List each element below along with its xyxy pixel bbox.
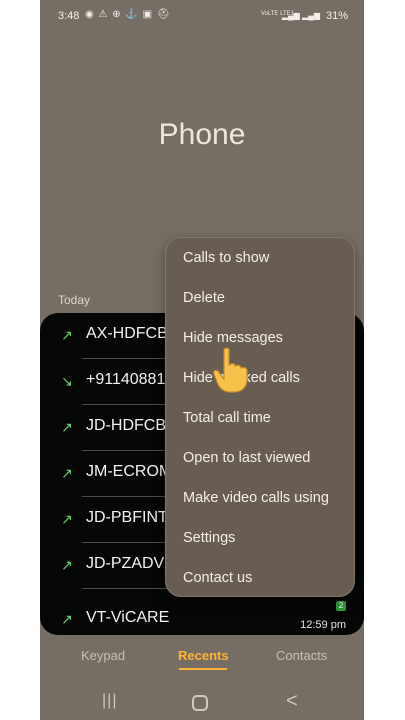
incoming-call-icon: ↗ [61, 511, 73, 527]
list-item[interactable]: ↗ VT-ViCARE 2 12:59 pm [40, 597, 364, 635]
tab-contacts[interactable]: Contacts [276, 648, 327, 663]
call-name: JD-PBFINT [86, 509, 168, 526]
recent-apps-button[interactable]: ||| [102, 692, 117, 710]
notification-icons: ◉ ⚠ ⊕ ⚓ ▣ ⛑ [85, 9, 171, 20]
menu-item-contact-us[interactable]: Contact us [183, 570, 252, 586]
menu-item-make-video-calls-using[interactable]: Make video calls using [183, 490, 329, 506]
incoming-call-icon: ↗ [61, 465, 73, 481]
tab-keypad[interactable]: Keypad [81, 648, 125, 663]
home-button[interactable] [192, 695, 208, 711]
signal-icon: ▂▄▆ ▂▄▆ [281, 11, 320, 20]
battery-icon: 31% [325, 10, 348, 22]
call-count-badge: 2 [336, 601, 346, 611]
bottom-tab-bar: Keypad Recents Contacts [40, 648, 364, 674]
section-label-today: Today [58, 293, 91, 307]
page-title: Phone [158, 118, 246, 151]
incoming-call-icon: ↗ [61, 611, 73, 627]
call-name: JD-PZADVS [86, 555, 175, 572]
system-nav-bar: ||| < [40, 688, 364, 720]
status-bar: 3:48 ◉ ⚠ ⊕ ⚓ ▣ ⛑ VoLTE LTE1 ▂▄▆ ▂▄▆ 31% [40, 0, 364, 32]
menu-item-hide-messages[interactable]: Hide messages [183, 330, 283, 346]
tab-recents[interactable]: Recents [178, 648, 229, 663]
back-button[interactable]: < [286, 690, 298, 713]
call-name: VT-ViCARE [86, 609, 170, 626]
menu-item-calls-to-show[interactable]: Calls to show [183, 250, 269, 266]
menu-item-settings[interactable]: Settings [183, 530, 235, 546]
pointing-hand-icon [213, 347, 248, 393]
missed-call-icon: ↘ [61, 373, 73, 389]
call-name: JM-ECROM [86, 463, 173, 480]
status-time: 3:48 [58, 10, 80, 22]
call-name: JD-HDFCBK [86, 417, 177, 434]
incoming-call-icon: ↗ [61, 419, 73, 435]
overflow-menu: Calls to show Delete Hide messages Hide … [165, 237, 355, 597]
menu-item-open-to-last-viewed[interactable]: Open to last viewed [183, 450, 310, 466]
incoming-call-icon: ↗ [61, 557, 73, 573]
menu-item-total-call-time[interactable]: Total call time [183, 410, 271, 426]
active-tab-indicator [179, 668, 227, 670]
incoming-call-icon: ↗ [61, 327, 73, 343]
call-time: 12:59 pm [300, 619, 346, 631]
menu-item-delete[interactable]: Delete [183, 290, 225, 306]
